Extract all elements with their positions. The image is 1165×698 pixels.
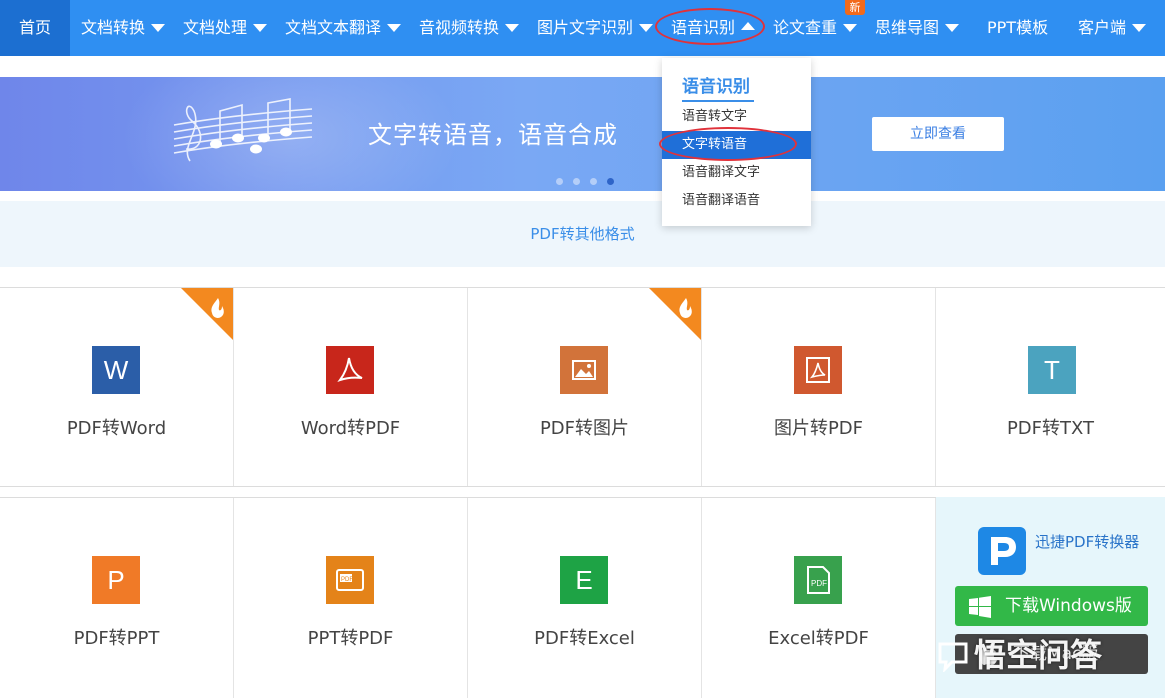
nav-label: 图片文字识别 [537,18,634,37]
watermark: 悟空问答 [936,630,1156,680]
tool-label: Word转PDF [300,418,401,439]
nav-mind-map[interactable]: 思维导图 [875,0,960,56]
chevron-down-icon [151,24,166,32]
nav-speech-recognition[interactable]: 语音识别 [671,0,756,56]
carousel-dots [556,170,624,189]
nav-label: PPT模板 [987,18,1049,37]
menu-item-speech-to-text[interactable]: 语音转文字 [662,103,811,131]
tool-label: PDF转图片 [539,418,630,439]
top-nav: 首页 文档转换 文档处理 文档文本翻译 音视频转换 图片文字识别 语音识别 论文… [0,0,1165,56]
nav-home[interactable]: 首页 [0,0,70,56]
button-label: 下载Windows版 [1005,596,1132,616]
chevron-down-icon [1132,24,1147,32]
nav-ppt-templates[interactable]: PPT模板 [987,0,1048,56]
windows-icon [969,596,991,618]
nav-label: 文档转换 [81,18,146,37]
new-badge: 新 [845,0,865,15]
chevron-down-icon [387,24,402,32]
tool-label: PPT转PDF [307,628,394,649]
tool-pdf-to-txt[interactable]: T PDF转TXT [936,288,1165,486]
tool-pdf-to-image[interactable]: PDF转图片 [468,288,702,486]
section-title: PDF转其他格式 [0,201,1165,267]
tool-pdf-to-ppt[interactable]: P PDF转PPT [0,498,234,698]
image-icon [560,346,608,394]
chevron-up-icon [741,22,756,30]
nav-label: 论文查重 [773,18,838,37]
promo-banner[interactable]: 文字转语音，语音合成 立即查看 [0,77,1165,191]
nav-doc-translate[interactable]: 文档文本翻译 [285,0,402,56]
tool-label: Excel转PDF [768,628,869,649]
carousel-dot[interactable] [590,178,597,185]
svg-text:PDF: PDF [811,579,827,588]
chevron-down-icon [843,24,858,32]
nav-av-convert[interactable]: 音视频转换 [419,0,520,56]
page: 首页 文档转换 文档处理 文档文本翻译 音视频转换 图片文字识别 语音识别 论文… [0,0,1165,698]
carousel-dot[interactable] [573,178,580,185]
app-name: 迅捷PDF转换器 [1035,533,1140,551]
nav-image-ocr[interactable]: 图片文字识别 [537,0,654,56]
ppt-icon: P [92,556,140,604]
dropdown-title: 语音识别 [682,77,750,97]
view-now-button[interactable]: 立即查看 [872,117,1004,151]
pdf-icon [794,346,842,394]
nav-doc-process[interactable]: 文档处理 [183,0,268,56]
tool-label: PDF转TXT [1006,418,1095,439]
nav-label: 文档处理 [183,18,248,37]
word-icon: W [92,346,140,394]
download-windows-button[interactable]: 下载Windows版 [955,586,1148,626]
music-notes-icon [173,98,313,162]
tool-image-to-pdf[interactable]: 图片转PDF [702,288,936,486]
menu-item-speech-translate-speech[interactable]: 语音翻译语音 [662,187,811,215]
txt-icon: T [1028,346,1076,394]
nav-client[interactable]: 客户端 [1078,0,1147,56]
tool-label: 图片转PDF [773,418,864,439]
hot-flame-icon [181,288,233,340]
nav-label: 音视频转换 [419,18,500,37]
svg-text:PDF: PDF [341,577,353,583]
chevron-down-icon [945,24,960,32]
nav-label: 客户端 [1078,18,1127,37]
app-logo-icon [978,527,1026,575]
tool-label: PDF转Excel [534,628,635,649]
nav-label: 语音识别 [671,18,736,37]
chevron-down-icon [505,24,520,32]
tool-pdf-to-excel[interactable]: E PDF转Excel [468,498,702,698]
speech-recognition-dropdown: 语音识别 语音转文字 文字转语音 语音翻译文字 语音翻译语音 [662,58,811,226]
carousel-dot-active[interactable] [607,178,614,185]
pdf-icon [326,346,374,394]
nav-doc-convert[interactable]: 文档转换 [81,0,166,56]
menu-item-speech-translate-text[interactable]: 语音翻译文字 [662,159,811,187]
ppt-pdf-icon: PDF [326,556,374,604]
pdf-doc-icon: PDF [794,556,842,604]
hot-flame-icon [649,288,701,340]
nav-label: 思维导图 [875,18,940,37]
tool-excel-to-pdf[interactable]: PDF Excel转PDF [702,498,936,698]
nav-label: 文档文本翻译 [285,18,382,37]
tool-ppt-to-pdf[interactable]: PDF PPT转PDF [234,498,468,698]
tool-label: PDF转PPT [73,628,160,649]
banner-headline: 文字转语音，语音合成 [368,121,618,149]
menu-item-text-to-speech[interactable]: 文字转语音 [662,131,811,159]
watermark-text: 悟空问答 [974,636,1103,674]
chevron-down-icon [253,24,268,32]
carousel-dot[interactable] [556,178,563,185]
tools-row-1: W PDF转Word Word转PDF PDF转图片 图片转PDF T PDF转… [0,287,1165,487]
tool-label: PDF转Word [66,418,167,439]
tool-pdf-to-word[interactable]: W PDF转Word [0,288,234,486]
tool-word-to-pdf[interactable]: Word转PDF [234,288,468,486]
chevron-down-icon [639,24,654,32]
excel-icon: E [560,556,608,604]
dropdown-title-underline [682,100,754,102]
chat-bubble-icon [938,642,968,672]
